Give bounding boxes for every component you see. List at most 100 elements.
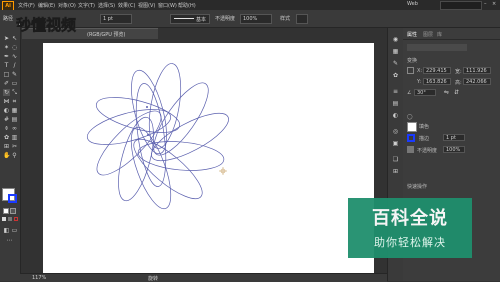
stroke-color-swatch[interactable] (8, 194, 17, 203)
style-swatch[interactable] (296, 14, 308, 24)
zoom-level[interactable]: 117% (32, 275, 46, 281)
color-panel-icon[interactable]: ◉ (392, 36, 399, 43)
rotate-angle-field[interactable]: 30° (414, 89, 436, 96)
width-tool-icon[interactable]: ⋈ (3, 98, 10, 105)
opacity-value: 100% (243, 16, 258, 22)
menu-item[interactable]: 文件(F) (18, 2, 35, 9)
close-icon[interactable]: × (492, 1, 496, 7)
workspace-switcher[interactable]: Web (407, 1, 418, 7)
none-mode-icon[interactable] (14, 217, 18, 221)
edit-toolbar-icon[interactable]: ⋯ (6, 237, 13, 244)
swap-colors-icon[interactable] (10, 208, 16, 214)
graph-tool-icon[interactable]: ▥ (11, 134, 18, 141)
menu-item[interactable]: 窗口(W) (158, 2, 177, 9)
watermark-badge: 百科全说 助你轻松解决 (348, 198, 472, 258)
minimize-icon[interactable]: – (484, 1, 487, 7)
opacity-field[interactable]: 100% (240, 14, 272, 24)
y-label: Y: (417, 79, 422, 85)
shaper-tool-icon[interactable]: ✐ (3, 80, 10, 87)
flip-vertical-icon[interactable]: ⇵ (453, 89, 460, 96)
perspective-grid-icon[interactable]: ▦ (11, 107, 18, 114)
eyedropper-icon[interactable]: ⌽ (3, 125, 10, 132)
curvature-tool-icon[interactable]: ∿ (11, 53, 18, 60)
style-label: 样式 (280, 16, 291, 22)
opacity-label: 不透明度 (215, 16, 236, 22)
blend-tool-icon[interactable]: ∞ (11, 125, 18, 132)
menu-item[interactable]: 选择(S) (98, 2, 115, 9)
watermark-title: 百科全说 (372, 208, 448, 229)
pen-tool-icon[interactable]: ✒ (3, 53, 10, 60)
flip-horizontal-icon[interactable]: ⇋ (443, 89, 450, 96)
appearance-panel-icon[interactable]: ◎ (392, 128, 399, 135)
screen-mode-icon[interactable]: ▭ (11, 227, 18, 234)
menu-item[interactable]: 对象(O) (58, 2, 76, 9)
stroke-weight-value: 1 pt (103, 16, 113, 22)
x-field[interactable]: 229.415 (423, 67, 451, 74)
gradient-mode-icon[interactable] (8, 217, 12, 221)
gradient-tool-icon[interactable]: ▤ (11, 116, 18, 123)
opacity-icon (407, 146, 414, 153)
graphic-styles-panel-icon[interactable]: ▣ (392, 140, 399, 147)
hand-tool-icon[interactable]: ✋ (3, 152, 10, 159)
scale-tool-icon[interactable]: ⤡ (11, 89, 18, 96)
selection-type-bar (407, 44, 467, 51)
watermark-subtitle: 助你轻松解决 (374, 236, 446, 249)
stroke-weight-field[interactable]: 1 pt (443, 134, 465, 141)
swatches-panel-icon[interactable]: ▦ (392, 48, 399, 55)
lasso-icon[interactable]: ◌ (11, 44, 18, 51)
fill-swatch[interactable] (407, 122, 417, 132)
reference-point-icon[interactable] (407, 67, 414, 74)
tab-libraries[interactable]: 库 (437, 31, 442, 38)
selection-center (147, 134, 149, 136)
gradient-panel-icon[interactable]: ▤ (392, 100, 399, 107)
eraser-icon[interactable]: ▭ (11, 80, 18, 87)
menu-item[interactable]: 编辑(E) (38, 2, 55, 9)
symbol-sprayer-icon[interactable]: ✿ (3, 134, 10, 141)
magic-wand-icon[interactable]: ✶ (3, 44, 10, 51)
artboards-panel-icon[interactable]: ⊞ (392, 168, 399, 175)
tab-layers[interactable]: 图层 (423, 31, 433, 38)
height-field[interactable]: 242.066 (463, 78, 491, 85)
artboard-tool-icon[interactable]: ⊞ (3, 143, 10, 150)
type-tool-icon[interactable]: T (3, 62, 10, 69)
line-tool-icon[interactable]: / (11, 62, 18, 69)
tab-properties[interactable]: 属性 (407, 31, 417, 38)
stroke-panel-icon[interactable]: ≡ (392, 88, 399, 95)
rectangle-tool-icon[interactable]: □ (3, 71, 10, 78)
slice-tool-icon[interactable]: ✂ (11, 143, 18, 150)
free-transform-icon[interactable]: ⌗ (11, 98, 18, 105)
rotate-tool-icon[interactable]: ↻ (3, 89, 10, 96)
shape-builder-icon[interactable]: ◐ (3, 107, 10, 114)
transparency-panel-icon[interactable]: ◐ (392, 112, 399, 119)
color-mode-icon[interactable] (2, 217, 6, 221)
menu-item[interactable]: 效果(C) (118, 2, 135, 9)
direct-selection-tool-icon[interactable]: ↖ (11, 35, 18, 42)
opacity-label: 不透明度 (417, 148, 438, 154)
brush-definition-select[interactable]: 基本 (170, 14, 210, 24)
stroke-swatch[interactable] (407, 134, 415, 142)
opacity-field[interactable]: 100% (443, 146, 465, 153)
rotation-origin (146, 106, 148, 108)
selection-tool-icon[interactable]: ➤ (3, 35, 10, 42)
menu-item[interactable]: 文字(T) (78, 2, 95, 9)
default-colors-icon[interactable] (3, 208, 9, 214)
brushes-panel-icon[interactable]: ✎ (392, 60, 399, 67)
mesh-tool-icon[interactable]: # (3, 116, 10, 123)
y-field[interactable]: 163.826 (423, 78, 451, 85)
artboard[interactable] (43, 43, 374, 275)
brush-label: 基本 (196, 17, 207, 23)
zoom-tool-icon[interactable]: ⚲ (11, 152, 18, 159)
search-input[interactable] (440, 1, 482, 10)
stroke-weight-field[interactable]: 1 pt (100, 14, 132, 24)
menu-item[interactable]: 视图(V) (138, 2, 155, 9)
petal (96, 110, 162, 176)
paintbrush-icon[interactable]: ✎ (11, 71, 18, 78)
flower-artwork[interactable] (43, 43, 374, 275)
layers-panel-icon[interactable]: ❏ (392, 156, 399, 163)
symbols-panel-icon[interactable]: ✿ (392, 72, 399, 79)
rotate-angle-icon: ∠ (407, 90, 412, 96)
width-field[interactable]: 111.926 (463, 67, 491, 74)
h-label: 高: (455, 80, 462, 86)
draw-mode-icon[interactable]: ◧ (3, 227, 10, 234)
menu-item[interactable]: 帮助(H) (178, 2, 196, 9)
